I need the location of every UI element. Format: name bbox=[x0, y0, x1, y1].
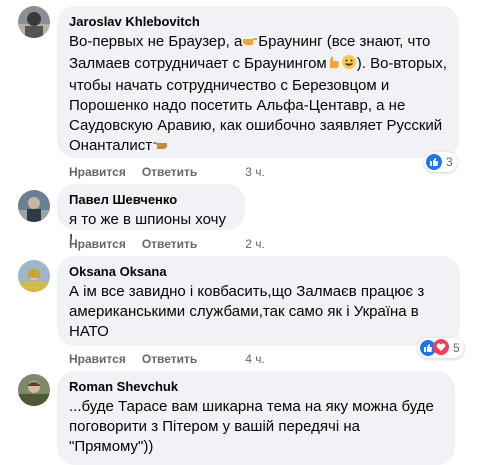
comment-line: НАТО bbox=[69, 323, 109, 340]
comment-line: А ім все завидно і ковбасить,що Залмаєв … bbox=[69, 283, 425, 300]
comment-time[interactable]: 3 ч. bbox=[245, 165, 265, 179]
comment-line: ). Во-вторых, bbox=[356, 55, 447, 72]
pointing-hand-icon bbox=[242, 32, 258, 54]
comment-text: Во-первых не Браузер, а Браунинг (все зн… bbox=[69, 32, 447, 158]
comment-actions: Нравится Ответить 2 ч. bbox=[69, 236, 281, 252]
avatar[interactable] bbox=[18, 260, 50, 292]
comment-text: ...буде Тарасе вам шикарна тема на яку м… bbox=[69, 397, 443, 457]
comment-line: ...буде Тарасе вам шикарна тема на яку м… bbox=[69, 398, 434, 415]
comment-author[interactable]: Oksana Oksana bbox=[69, 264, 448, 280]
comment-line: американськими службами,так само як і Ук… bbox=[69, 303, 419, 320]
comment-bubble: Roman Shevchuk ...буде Тарасе вам шикарн… bbox=[57, 371, 455, 465]
comment-line: Саудовскую Аравию, как ошибочно заявляет… bbox=[69, 117, 443, 134]
like-button[interactable]: Нравится bbox=[69, 352, 126, 366]
reaction-count: 5 bbox=[453, 341, 460, 355]
reply-button[interactable]: Ответить bbox=[142, 165, 197, 179]
comment-line: Залмаев сотрудничает с Браунингом bbox=[69, 55, 327, 72]
avatar[interactable] bbox=[18, 374, 50, 406]
comment-line: поговорити з Пітером у вашій передячі на bbox=[69, 418, 360, 435]
comment-line: Онанталист bbox=[69, 137, 153, 154]
comment-bubble: Jaroslav Khlebovitch Во-первых не Браузе… bbox=[57, 6, 459, 158]
comment-line: чтобы начать сотрудничество с Березовцом… bbox=[69, 77, 390, 94]
comment-line: Во-первых не Браузер, а bbox=[69, 33, 243, 50]
hand-icon bbox=[327, 54, 341, 76]
pointing-hand-icon bbox=[152, 136, 168, 158]
comment-line: "Прямому")) bbox=[69, 438, 154, 455]
comment-author[interactable]: Roman Shevchuk bbox=[69, 379, 443, 395]
reaction-count: 3 bbox=[446, 155, 453, 169]
comment-actions: Нравится Ответить 3 ч. bbox=[69, 164, 281, 180]
reply-button[interactable]: Ответить bbox=[142, 237, 197, 251]
comment-line: Браунинг (все знают, что bbox=[258, 33, 431, 50]
comment-bubble: Павел Шевченко я то же в шпионы хочу ! bbox=[57, 184, 245, 248]
comment-bubble: Oksana Oksana А ім все завидно і ковбаси… bbox=[57, 256, 460, 346]
like-button[interactable]: Нравится bbox=[69, 165, 126, 179]
comment-author[interactable]: Павел Шевченко bbox=[69, 192, 233, 208]
laughing-face-icon bbox=[341, 54, 357, 76]
comment-time[interactable]: 4 ч. bbox=[245, 352, 265, 366]
avatar[interactable] bbox=[18, 190, 50, 222]
reaction-summary[interactable]: 3 bbox=[424, 152, 457, 172]
comment-time[interactable]: 2 ч. bbox=[245, 237, 265, 251]
heart-icon bbox=[433, 338, 449, 358]
like-button[interactable]: Нравится bbox=[69, 237, 126, 251]
comment-text: А ім все завидно і ковбасить,що Залмаєв … bbox=[69, 282, 448, 342]
comment-line: Порошенко надо посетить Альфа-Центавр, а… bbox=[69, 97, 406, 114]
avatar[interactable] bbox=[18, 6, 50, 38]
reply-button[interactable]: Ответить bbox=[142, 352, 197, 366]
reaction-summary[interactable]: 5 bbox=[418, 338, 464, 358]
comment-author[interactable]: Jaroslav Khlebovitch bbox=[69, 14, 447, 30]
thumbs-up-icon bbox=[426, 154, 442, 170]
comment-actions: Нравится Ответить 4 ч. bbox=[69, 351, 281, 367]
